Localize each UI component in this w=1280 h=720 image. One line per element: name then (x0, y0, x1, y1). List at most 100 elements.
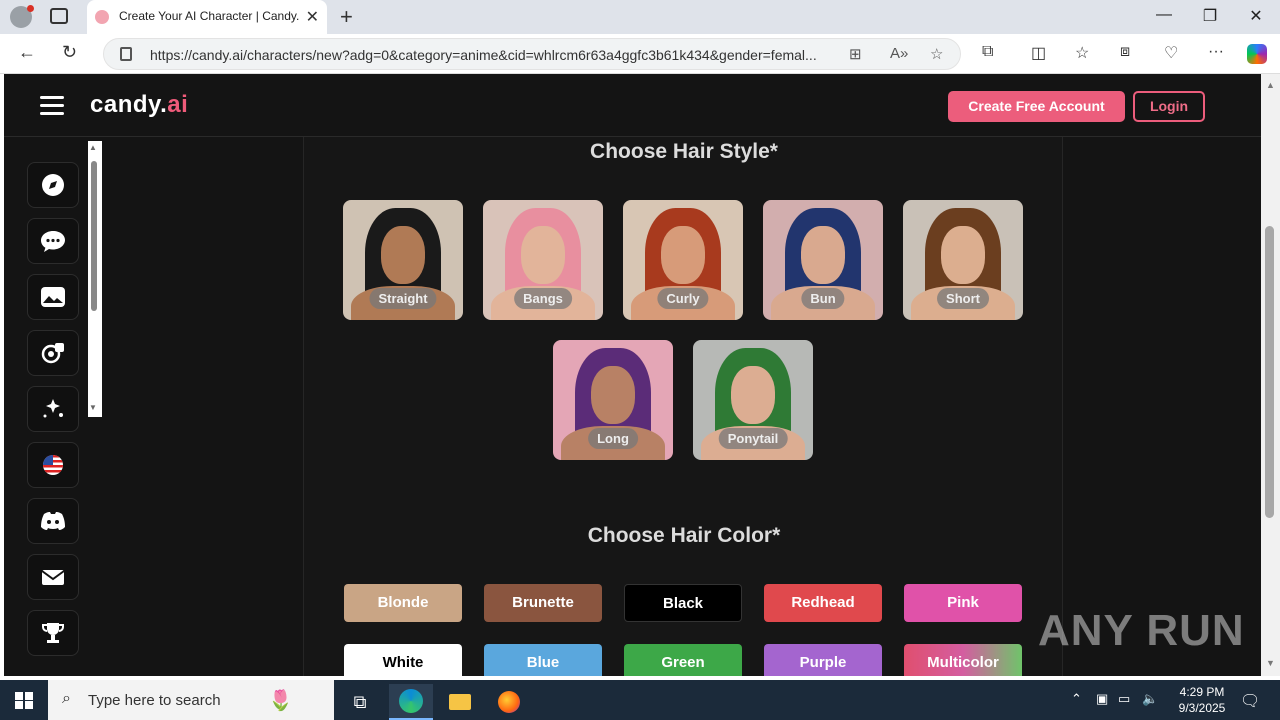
show-hidden-icons-icon[interactable]: ⌃ (1071, 691, 1082, 707)
hair-color-title: Choose Hair Color* (587, 524, 781, 547)
face-shape (521, 226, 565, 284)
language-button[interactable] (27, 442, 79, 488)
app-available-icon[interactable]: ⊞ (849, 45, 862, 63)
address-bar[interactable]: https://candy.ai/characters/new?adg=0&ca… (103, 38, 961, 70)
site-info-icon[interactable] (120, 47, 132, 61)
hair-color-blue-button[interactable]: Blue (484, 644, 602, 676)
refresh-icon[interactable]: ↻ (62, 42, 77, 63)
clock-time: 4:29 PM (1179, 685, 1225, 699)
create-character-icon (41, 343, 64, 364)
hair-style-label: Bangs (514, 288, 572, 309)
browser-essentials-icon[interactable]: ♡ (1164, 43, 1178, 63)
read-aloud-icon[interactable]: A» (890, 45, 908, 62)
watermark: ANY RUN (1038, 606, 1245, 655)
hair-style-curly[interactable]: Curly (623, 200, 743, 320)
search-icon: ⌕ (62, 690, 71, 707)
page-scroll-thumb[interactable] (1265, 226, 1274, 518)
discord-button[interactable] (27, 498, 79, 544)
search-placeholder: Type here to search (88, 692, 221, 709)
mail-icon (41, 570, 65, 585)
gallery-icon (41, 287, 65, 307)
hair-color-redhead-button[interactable]: Redhead (764, 584, 882, 622)
copilot-icon[interactable] (1247, 44, 1267, 64)
file-explorer-icon[interactable] (438, 684, 482, 720)
device-icon[interactable]: ▣ (1096, 691, 1108, 707)
compass-icon (42, 174, 64, 196)
create-character-button[interactable] (27, 330, 79, 376)
tab-title: Create Your AI Character | Candy.ai (119, 9, 299, 23)
network-icon[interactable]: ▭ (1118, 691, 1130, 707)
address-row: ← ↻ https://candy.ai/characters/new?adg=… (0, 34, 1280, 74)
hair-style-bun[interactable]: Bun (763, 200, 883, 320)
hair-color-purple-button[interactable]: Purple (764, 644, 882, 676)
menu-icon[interactable] (40, 96, 64, 115)
edge-icon[interactable] (389, 684, 433, 720)
hair-style-label: Long (588, 428, 638, 449)
create-account-button[interactable]: Create Free Account (948, 91, 1125, 122)
tab-close-icon[interactable]: ✕ (306, 7, 319, 27)
face-shape (661, 226, 705, 284)
hair-style-straight[interactable]: Straight (343, 200, 463, 320)
system-clock[interactable]: 4:29 PM 9/3/2025 (1170, 684, 1234, 716)
hair-color-white-button[interactable]: White (344, 644, 462, 676)
contact-button[interactable] (27, 554, 79, 600)
windows-start-icon[interactable] (15, 692, 33, 709)
split-screen-icon[interactable]: ◫ (1031, 43, 1046, 63)
site-header: candy.ai Create Free Account Login (4, 74, 1261, 137)
login-button[interactable]: Login (1133, 91, 1205, 122)
volume-icon[interactable]: 🔈 (1142, 691, 1158, 707)
generate-image-button[interactable] (27, 386, 79, 432)
sidebar-scroll-thumb[interactable] (91, 161, 97, 311)
profile-icon[interactable] (10, 5, 34, 28)
hair-style-bangs[interactable]: Bangs (483, 200, 603, 320)
hair-color-pink-button[interactable]: Pink (904, 584, 1022, 622)
favorite-star-icon[interactable]: ☆ (930, 45, 943, 63)
hair-color-black-button[interactable]: Black (624, 584, 742, 622)
chat-button[interactable] (27, 218, 79, 264)
firefox-icon[interactable] (487, 684, 531, 720)
hair-color-blonde-button[interactable]: Blonde (344, 584, 462, 622)
active-tab[interactable]: Create Your AI Character | Candy.ai ✕ (87, 0, 327, 34)
face-shape (941, 226, 985, 284)
hair-style-short[interactable]: Short (903, 200, 1023, 320)
back-icon[interactable]: ← (18, 42, 36, 63)
hair-style-label: Straight (369, 288, 437, 309)
site-logo[interactable]: candy.ai (90, 91, 188, 119)
leaderboard-button[interactable] (27, 610, 79, 656)
hair-color-brunette-button[interactable]: Brunette (484, 584, 602, 622)
notifications-icon[interactable]: 🗨 (1240, 691, 1260, 711)
tab-actions-icon[interactable] (50, 8, 68, 24)
collections-icon[interactable]: ⧈ (1120, 43, 1130, 61)
taskbar: ⌕ Type here to search 🌷 ⧉ ⌃ ▣ ▭ 🔈 4:29 P… (0, 680, 1280, 720)
task-view-icon[interactable]: ⧉ (338, 684, 382, 720)
explore-button[interactable] (27, 162, 79, 208)
hair-color-multicolor-button[interactable]: Multicolor (904, 644, 1022, 676)
face-shape (731, 366, 775, 424)
discord-icon (41, 512, 65, 530)
hair-style-label: Bun (801, 288, 845, 309)
page-scrollbar[interactable]: ▲ ▼ (1261, 74, 1280, 676)
settings-more-icon[interactable]: ··· (1208, 43, 1224, 61)
hair-color-green-button[interactable]: Green (624, 644, 742, 676)
sidebar-scrollbar[interactable]: ▲ ▼ (88, 141, 102, 417)
tab-bar: Create Your AI Character | Candy.ai ✕ + … (0, 0, 1280, 34)
hair-style-long[interactable]: Long (553, 340, 673, 460)
trophy-icon (42, 623, 64, 643)
chat-icon (41, 231, 65, 252)
web-page: candy.ai Create Free Account Login ▲ ▼ C… (4, 74, 1261, 676)
extensions-icon[interactable]: ⧉ (982, 43, 993, 61)
gallery-button[interactable] (27, 274, 79, 320)
close-window-icon[interactable]: ✕ (1233, 6, 1279, 26)
favorites-icon[interactable]: ☆ (1075, 43, 1089, 63)
hair-style-ponytail[interactable]: Ponytail (693, 340, 813, 460)
taskbar-search[interactable]: ⌕ Type here to search 🌷 (48, 680, 334, 720)
face-shape (801, 226, 845, 284)
face-shape (381, 226, 425, 284)
minimize-icon[interactable]: — (1141, 6, 1187, 24)
restore-icon[interactable]: ❐ (1187, 6, 1233, 26)
new-tab-icon[interactable]: + (340, 4, 353, 30)
hair-style-label: Short (937, 288, 989, 309)
hair-style-label: Curly (657, 288, 709, 309)
face-shape (591, 366, 635, 424)
generate-image-icon (43, 399, 63, 418)
